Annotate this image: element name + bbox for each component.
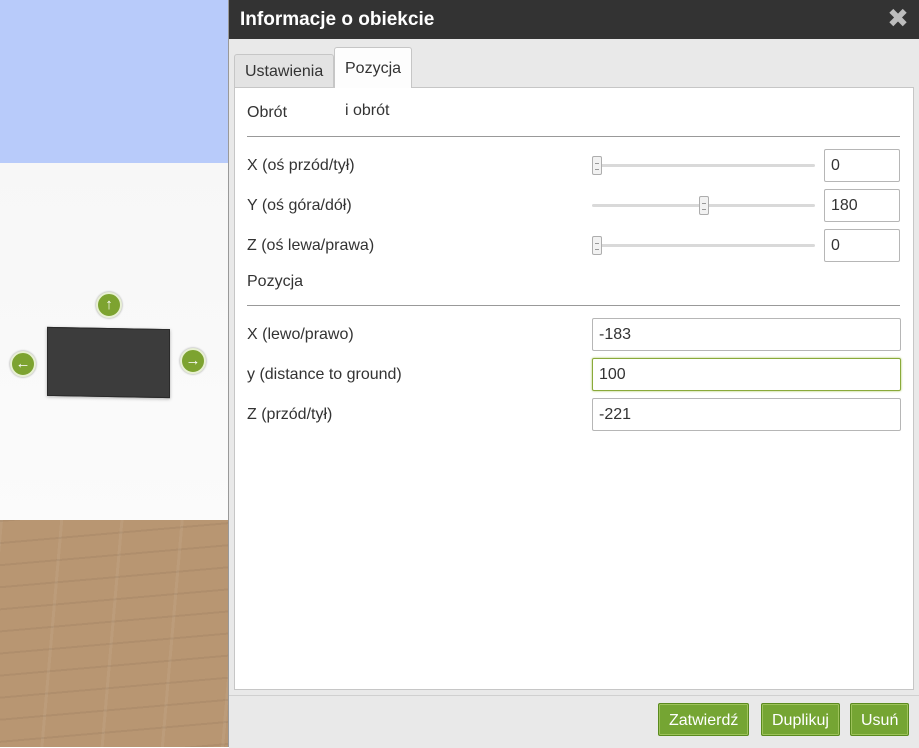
position-x-input[interactable] <box>592 318 901 351</box>
position-y-input[interactable] <box>592 358 901 391</box>
position-heading: Pozycja <box>247 273 304 290</box>
close-icon[interactable]: ✖ <box>886 5 910 31</box>
selected-object[interactable] <box>47 326 170 399</box>
slider-handle[interactable] <box>592 156 602 175</box>
rotation-z-label: Z (oś lewa/prawa) <box>247 237 375 254</box>
slider-handle[interactable] <box>698 196 709 215</box>
position-y-label: y (distance to ground) <box>247 366 402 383</box>
rotation-heading: Obrót <box>247 104 288 121</box>
rotation-z-input[interactable] <box>824 229 900 262</box>
tab-panel: Obrót X (oś przód/tył) Y (oś góra/dół) Z… <box>234 87 914 690</box>
delete-button[interactable]: Usuń <box>850 703 910 736</box>
rotation-y-input[interactable] <box>824 189 900 222</box>
rotation-x-label: X (oś przód/tył) <box>247 157 355 174</box>
rotation-y-label: Y (oś góra/dół) <box>247 197 352 214</box>
tab-settings[interactable]: Ustawienia <box>234 54 335 88</box>
rotation-x-slider[interactable] <box>592 156 815 175</box>
dialog-title: Informacje o obiekcie <box>240 9 435 30</box>
confirm-button[interactable]: Zatwierdź <box>658 703 750 736</box>
position-z-label: Z (przód/tył) <box>247 406 333 423</box>
divider <box>247 305 900 306</box>
dialog-footer: Zatwierdź Duplikuj Usuń <box>229 695 919 748</box>
slider-handle[interactable] <box>592 236 602 255</box>
rotation-y-slider[interactable] <box>592 196 815 215</box>
tab-position-rotation[interactable]: Pozycja i obrót <box>334 47 413 119</box>
position-x-label: X (lewo/prawo) <box>247 326 354 343</box>
arrow-right-icon[interactable]: → <box>180 348 206 374</box>
arrow-left-icon[interactable]: ← <box>10 351 36 377</box>
scene-sky <box>0 0 240 163</box>
position-z-input[interactable] <box>592 398 901 431</box>
object-info-dialog: Informacje o obiekcie ✖ Ustawienia Pozyc… <box>228 0 919 748</box>
divider <box>247 136 900 137</box>
rotation-z-slider[interactable] <box>592 236 815 255</box>
arrow-up-icon[interactable]: ↑ <box>96 292 122 318</box>
scene-floor <box>0 520 240 747</box>
dialog-titlebar: Informacje o obiekcie ✖ <box>229 0 919 39</box>
duplicate-button[interactable]: Duplikuj <box>761 703 840 736</box>
rotation-x-input[interactable] <box>824 149 900 182</box>
